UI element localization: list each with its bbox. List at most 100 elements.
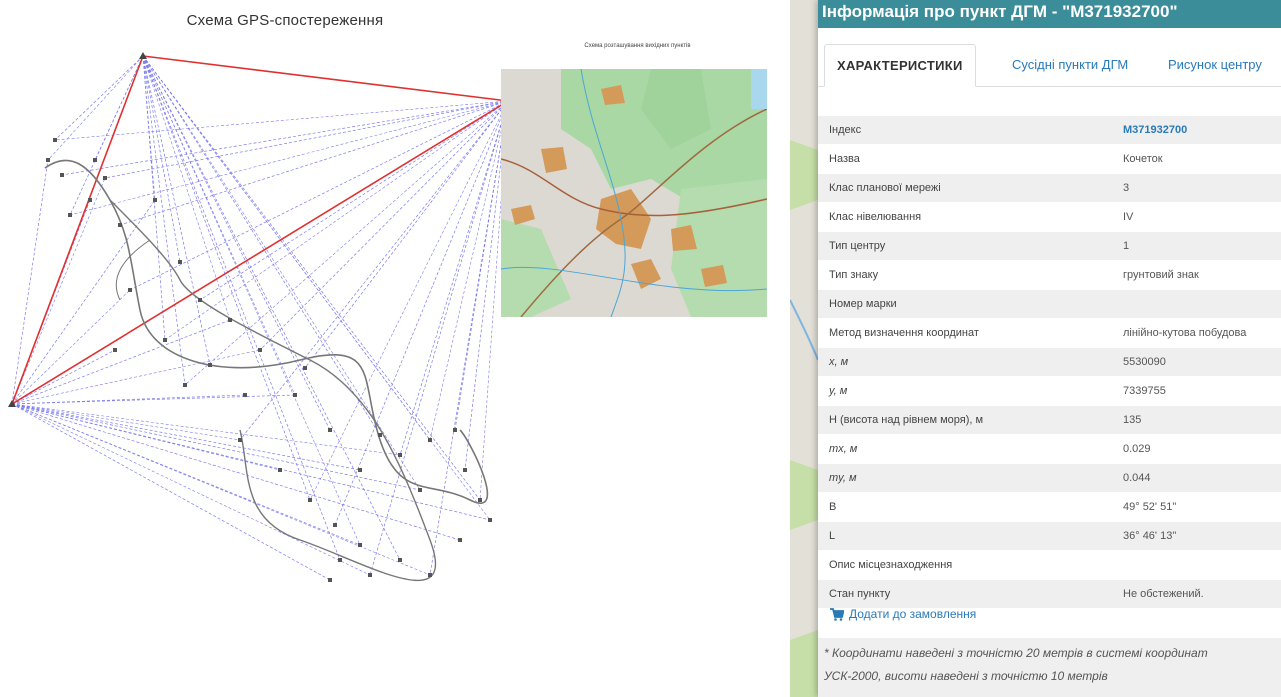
row-value: 7339755 — [1115, 376, 1281, 406]
survey-point-marker — [243, 393, 247, 397]
table-row: L 36° 46' 13" — [818, 521, 1281, 551]
survey-point-marker — [358, 468, 362, 472]
observation-line — [429, 100, 509, 441]
table-row: Тип знаку грунтовий знак — [818, 260, 1281, 290]
observation-line — [142, 55, 361, 546]
table-row: Клас нівелювання IV — [818, 202, 1281, 232]
row-value: лінійно-кутова побудова — [1115, 318, 1281, 348]
row-key: Тип знаку — [818, 260, 1115, 290]
add-to-order-link[interactable]: Додати до замовлення — [830, 607, 976, 621]
row-key: B — [818, 492, 1115, 522]
survey-point-marker — [398, 453, 402, 457]
observation-line — [11, 394, 296, 405]
row-value: М371932700 — [1115, 116, 1281, 145]
survey-point-marker — [228, 318, 232, 322]
survey-point-marker — [458, 538, 462, 542]
observation-line — [259, 100, 509, 351]
table-row: Клас планової мережі 3 — [818, 173, 1281, 203]
observation-line — [142, 55, 341, 561]
row-value: Не обстежений. — [1115, 579, 1281, 609]
table-row: y, м 7339755 — [818, 376, 1281, 406]
note-line-1: * Координати наведені з точністю 20 метр… — [824, 646, 1208, 660]
observation-line — [199, 100, 509, 301]
survey-point-marker — [293, 393, 297, 397]
note-line-2: УСК-2000, висоти наведені з точністю 10 … — [824, 669, 1108, 683]
survey-point-marker — [453, 428, 457, 432]
row-key: Номер марки — [818, 289, 1115, 319]
point-info-panel: Інформація про пункт ДГМ - "М371932700" … — [818, 0, 1281, 697]
observation-line — [11, 403, 491, 521]
table-row: x, м 5530090 — [818, 347, 1281, 377]
observation-line — [11, 403, 361, 471]
row-value: 0.044 — [1115, 463, 1281, 493]
table-row: Стан пункту Не обстежений. — [818, 579, 1281, 609]
row-key: Клас нівелювання — [818, 202, 1115, 232]
tab-characteristics[interactable]: ХАРАКТЕРИСТИКИ — [824, 44, 976, 87]
row-key: Індекс — [818, 116, 1115, 145]
row-value: 36° 46' 13" — [1115, 521, 1281, 551]
row-key: Клас планової мережі — [818, 173, 1115, 203]
survey-point-marker — [478, 498, 482, 502]
survey-point-marker — [178, 260, 182, 264]
observation-line — [142, 55, 481, 501]
observation-line — [184, 100, 509, 386]
survey-point-marker — [428, 573, 432, 577]
cart-icon — [830, 607, 844, 621]
observation-line — [142, 55, 231, 321]
tab-center-drawing[interactable]: Рисунок центру — [1156, 44, 1274, 85]
row-value: 3 — [1115, 173, 1281, 203]
row-value: грунтовий знак — [1115, 260, 1281, 290]
row-value: 0.029 — [1115, 434, 1281, 464]
observation-line — [11, 403, 371, 576]
table-row: B 49° 52' 51" — [818, 492, 1281, 522]
row-key: Тип центру — [818, 231, 1115, 261]
survey-point-marker — [338, 558, 342, 562]
control-point-marker — [139, 52, 147, 59]
table-row: my, м 0.044 — [818, 463, 1281, 493]
row-key: Назва — [818, 144, 1115, 174]
survey-point-marker — [278, 468, 282, 472]
table-row: H (висота над рівнем моря), м 135 — [818, 405, 1281, 435]
gps-scheme-figure: Схема GPS-спостереження Схема розташуван… — [0, 0, 790, 697]
row-value — [1115, 289, 1281, 319]
row-key: x, м — [818, 347, 1115, 377]
baseline-line — [11, 100, 509, 405]
survey-point-marker — [358, 543, 362, 547]
observation-line — [11, 403, 331, 581]
survey-point-marker — [128, 288, 132, 292]
survey-point-marker — [238, 438, 242, 442]
mini-map-title: Схема розташування вихідних пунктів — [584, 43, 691, 49]
row-key: Опис місцезнаходження — [818, 550, 1115, 580]
survey-point-marker — [88, 198, 92, 202]
row-key: Стан пункту — [818, 579, 1115, 609]
mini-map-drawing — [501, 69, 767, 317]
characteristics-table: Індекс М371932700 Назва Кочеток Клас плано… — [818, 116, 1281, 609]
observation-line — [142, 55, 401, 561]
survey-point-marker — [53, 138, 57, 142]
row-key: y, м — [818, 376, 1115, 406]
observation-line — [54, 55, 144, 141]
survey-point-marker — [93, 158, 97, 162]
observation-line — [142, 55, 331, 431]
survey-point-marker — [328, 428, 332, 432]
table-row: mx, м 0.029 — [818, 434, 1281, 464]
survey-point-marker — [103, 176, 107, 180]
observation-line — [11, 403, 241, 441]
survey-point-marker — [333, 523, 337, 527]
observation-line — [11, 403, 421, 491]
survey-point-marker — [183, 383, 187, 387]
mini-map — [501, 69, 767, 317]
tab-bar: ХАРАКТЕРИСТИКИ Сусідні пункти ДГМ Рисуно… — [818, 28, 1281, 87]
tab-neighbor-points[interactable]: Сусідні пункти ДГМ — [1000, 44, 1140, 85]
observation-line — [129, 100, 509, 291]
accuracy-note: * Координати наведені з точністю 20 метр… — [818, 638, 1281, 697]
observation-line — [11, 289, 131, 405]
table-row: Тип центру 1 — [818, 231, 1281, 261]
row-key: H (висота над рівнем моря), м — [818, 405, 1115, 435]
observation-line — [11, 349, 116, 405]
table-row: Опис місцезнаходження — [818, 550, 1281, 580]
survey-point-marker — [488, 518, 492, 522]
observation-line — [69, 100, 509, 216]
survey-point-marker — [258, 348, 262, 352]
survey-point-marker — [60, 173, 64, 177]
